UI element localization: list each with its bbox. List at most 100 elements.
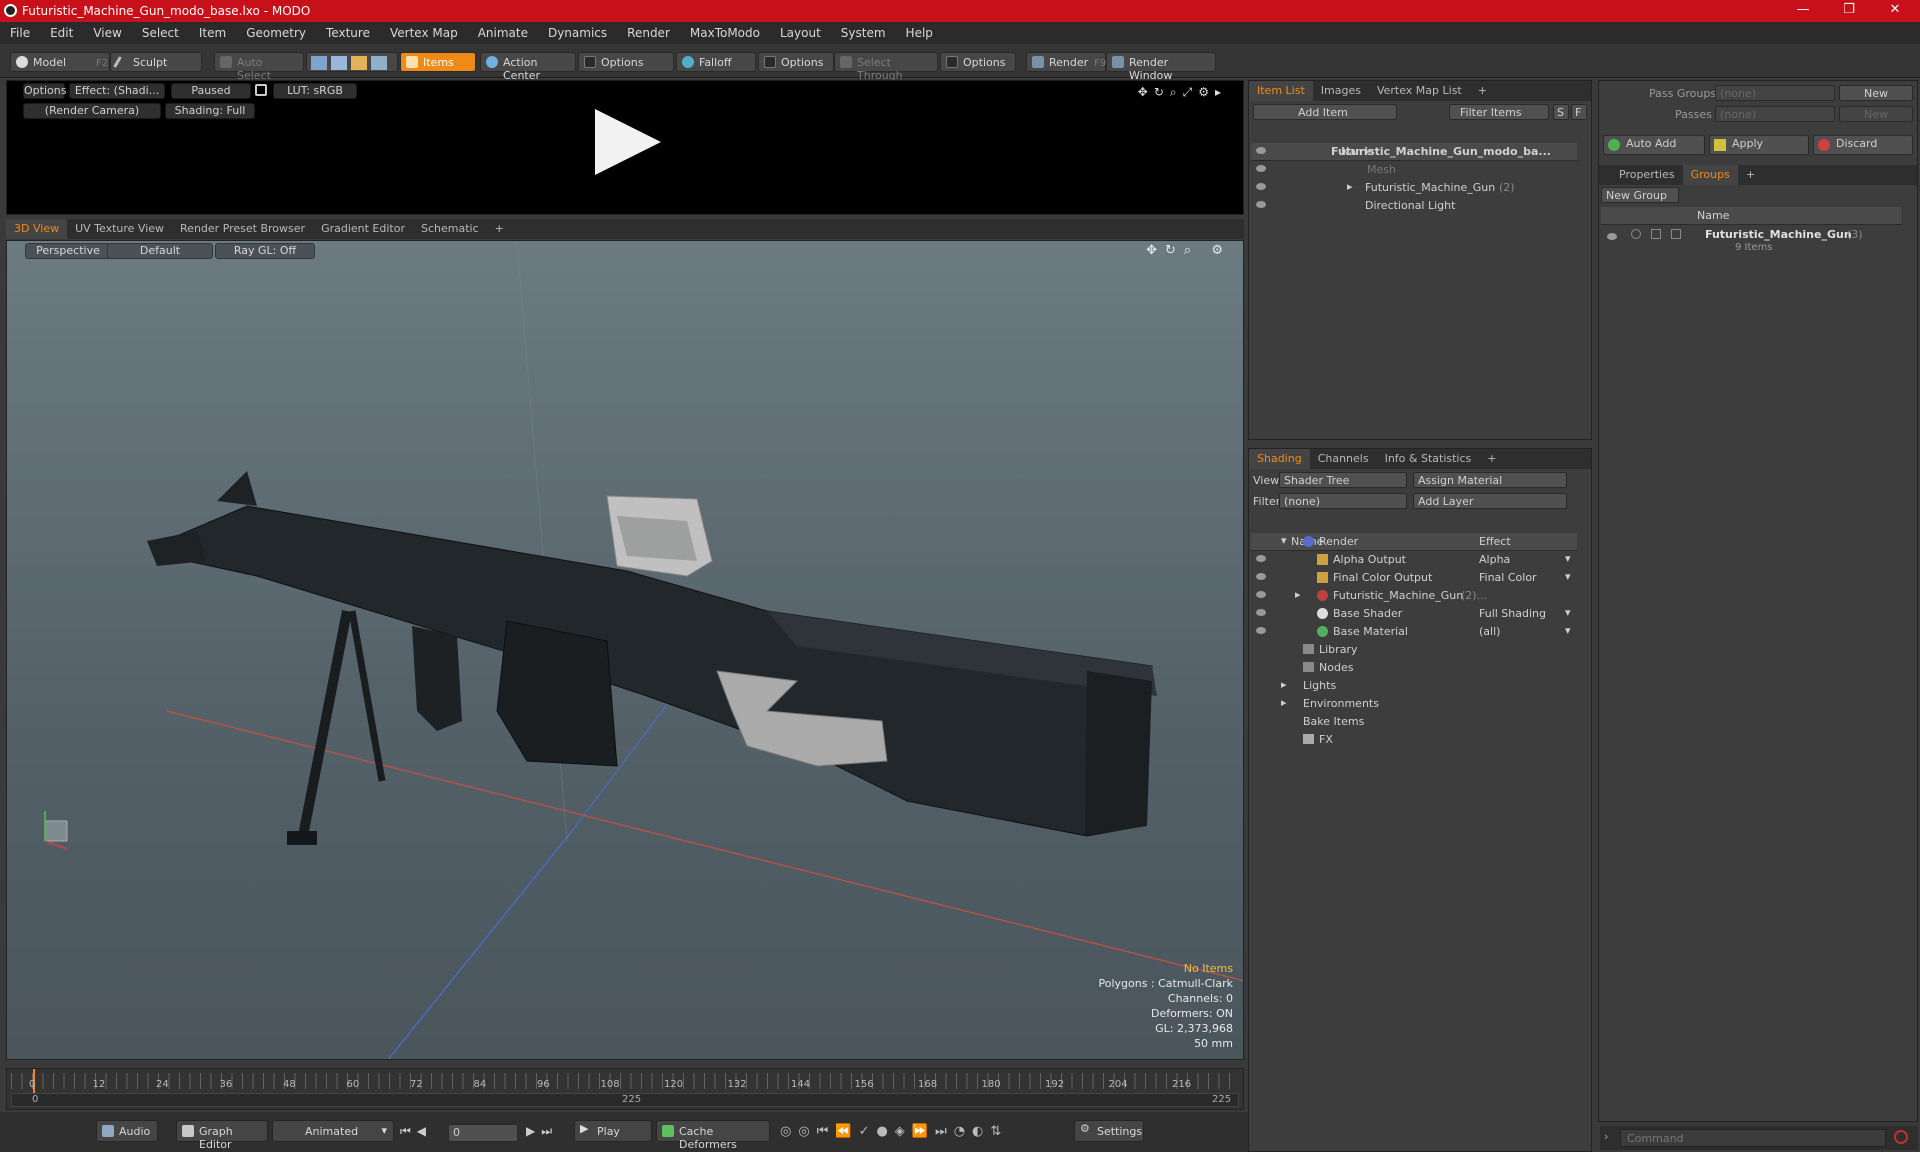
chevron-down-icon[interactable]: ▾ bbox=[1565, 624, 1571, 637]
command-history-icon[interactable] bbox=[1894, 1130, 1908, 1144]
polygons-mode-icon[interactable] bbox=[351, 56, 367, 70]
action-center-button[interactable]: Action Center bbox=[480, 52, 576, 82]
item-s-toggle[interactable]: S bbox=[1553, 104, 1569, 120]
assign-material-button[interactable]: Assign Material bbox=[1413, 472, 1567, 488]
expand-arrow-icon[interactable]: ▸ bbox=[1347, 180, 1353, 193]
group-row[interactable]: Futuristic_Machine_Gun (3) 9 Items bbox=[1601, 227, 1901, 261]
new-pass-button[interactable]: New bbox=[1839, 106, 1913, 122]
command-input[interactable] bbox=[1620, 1129, 1886, 1147]
menu-render[interactable]: Render bbox=[617, 22, 680, 40]
chevron-down-icon[interactable]: ▾ bbox=[1565, 606, 1571, 619]
timeline[interactable]: 0 12 24 36 48 60 72 84 96 108 120 132 144 156 168 180 19… bbox=[6, 1068, 1244, 1110]
tab-info-statistics[interactable]: Info & Statistics bbox=[1377, 449, 1480, 469]
tab-groups[interactable]: Groups bbox=[1682, 165, 1738, 185]
eye-icon[interactable] bbox=[1256, 609, 1266, 616]
sculpt-button[interactable]: Sculpt bbox=[110, 52, 202, 72]
add-item-dropdown[interactable]: Add Item bbox=[1253, 104, 1397, 120]
expand-arrow-icon[interactable]: ▸ bbox=[1281, 696, 1287, 709]
add-tab-button[interactable]: + bbox=[1479, 449, 1504, 469]
list-item[interactable]: ▸ Futuristic_Machine_Gun (2)... bbox=[1251, 587, 1577, 605]
expand-arrow-icon[interactable]: ▸ bbox=[1281, 678, 1287, 691]
list-item[interactable]: Futuristic_Machine_Gun_modo_ba... bbox=[1251, 143, 1577, 161]
preview-shading-dropdown[interactable]: Shading: Full bbox=[165, 103, 255, 119]
maximize-button[interactable]: ❐ bbox=[1829, 2, 1869, 20]
list-item[interactable]: Directional Light bbox=[1251, 197, 1577, 215]
close-button[interactable]: ✕ bbox=[1875, 2, 1915, 20]
play-preview-icon[interactable] bbox=[595, 109, 661, 175]
render-camera-dropdown[interactable]: (Render Camera) bbox=[23, 103, 161, 119]
lut-dropdown[interactable]: LUT: sRGB bbox=[273, 83, 357, 99]
list-item[interactable]: Base Shader Full Shading ▾ bbox=[1251, 605, 1577, 623]
tab-3d-view[interactable]: 3D View bbox=[6, 219, 68, 239]
new-group-button[interactable]: New Group bbox=[1601, 187, 1679, 203]
graph-editor-button[interactable]: Graph Editor bbox=[176, 1120, 268, 1151]
menu-help[interactable]: Help bbox=[896, 22, 943, 40]
key-tools-icons[interactable]: ◎◎⏮⏪✓●◈⏩⏭◔◐⇅ bbox=[780, 1124, 1008, 1139]
filter-dropdown[interactable]: (none) bbox=[1279, 493, 1407, 509]
menu-item[interactable]: Item bbox=[189, 22, 236, 40]
menu-vertex-map[interactable]: Vertex Map bbox=[380, 22, 468, 40]
preview-nav-icons[interactable]: ✥↻⌕⤢⚙▸ bbox=[1138, 85, 1227, 100]
menu-file[interactable]: File bbox=[0, 22, 40, 40]
tab-gradient-editor[interactable]: Gradient Editor bbox=[313, 219, 413, 239]
edges-mode-icon[interactable] bbox=[331, 56, 347, 70]
menu-texture[interactable]: Texture bbox=[316, 22, 380, 40]
menu-geometry[interactable]: Geometry bbox=[236, 22, 316, 40]
apply-button[interactable]: Apply bbox=[1709, 135, 1809, 155]
eye-icon[interactable] bbox=[1256, 573, 1266, 580]
menu-edit[interactable]: Edit bbox=[40, 22, 83, 40]
eye-icon[interactable] bbox=[1256, 147, 1266, 154]
menu-maxtomodo[interactable]: MaxToModo bbox=[680, 22, 770, 40]
render-button[interactable]: Render F9 bbox=[1026, 52, 1106, 72]
menu-view[interactable]: View bbox=[83, 22, 131, 40]
list-item[interactable]: ▾ Render bbox=[1251, 533, 1577, 551]
falloff-options-button[interactable]: Options bbox=[758, 52, 834, 72]
auto-select-button[interactable]: Auto Select bbox=[214, 52, 304, 82]
list-item[interactable]: Final Color Output Final Color ▾ bbox=[1251, 569, 1577, 587]
tab-render-preset-browser[interactable]: Render Preset Browser bbox=[172, 219, 313, 239]
step-forward-icons[interactable]: ▶⏭ bbox=[526, 1124, 558, 1139]
lock-icon[interactable] bbox=[255, 84, 267, 96]
preview-options-button[interactable]: Options bbox=[23, 83, 66, 99]
eye-icon[interactable] bbox=[1256, 183, 1266, 190]
auto-add-button[interactable]: Auto Add bbox=[1603, 135, 1705, 155]
list-item[interactable]: ▸ Futuristic_Machine_Gun (2) bbox=[1251, 179, 1577, 197]
tab-shading[interactable]: Shading bbox=[1249, 449, 1310, 469]
materials-mode-icon[interactable] bbox=[371, 56, 387, 70]
current-frame-input[interactable]: 0 bbox=[448, 1124, 518, 1142]
eye-icon[interactable] bbox=[1256, 591, 1266, 598]
add-tab-button[interactable]: + bbox=[487, 219, 512, 239]
eye-icon[interactable] bbox=[1256, 627, 1266, 634]
play-button[interactable]: ▶ Play bbox=[574, 1120, 652, 1142]
menu-layout[interactable]: Layout bbox=[770, 22, 831, 40]
select-through-options-button[interactable]: Options bbox=[940, 52, 1016, 72]
expand-arrow-icon[interactable]: ▸ bbox=[1295, 588, 1301, 601]
audio-button[interactable]: Audio bbox=[96, 1120, 158, 1142]
animated-dropdown[interactable]: Animated ▾ bbox=[272, 1120, 394, 1142]
render-window-button[interactable]: Render Window bbox=[1106, 52, 1216, 82]
list-item[interactable]: Library bbox=[1251, 641, 1577, 659]
settings-button[interactable]: ⚙ Settings bbox=[1074, 1120, 1144, 1142]
tab-properties[interactable]: Properties bbox=[1611, 165, 1683, 185]
preview-effect-dropdown[interactable]: Effect: (Shadi... bbox=[69, 83, 165, 99]
chevron-down-icon[interactable]: ▾ bbox=[1565, 570, 1571, 583]
menu-system[interactable]: System bbox=[831, 22, 896, 40]
eye-icon[interactable] bbox=[1607, 233, 1617, 240]
discard-button[interactable]: Discard bbox=[1813, 135, 1913, 155]
tab-vertex-map-list[interactable]: Vertex Map List bbox=[1369, 81, 1470, 101]
eye-icon[interactable] bbox=[1256, 555, 1266, 562]
skip-back-icons[interactable]: ⏮◀ bbox=[400, 1124, 432, 1139]
item-f-toggle[interactable]: F bbox=[1571, 104, 1587, 120]
list-item[interactable]: ▸ Environments bbox=[1251, 695, 1577, 713]
passes-dropdown[interactable]: (none) bbox=[1715, 106, 1835, 122]
lock-toggle-icon[interactable] bbox=[1651, 229, 1661, 239]
list-item[interactable]: Bake Items bbox=[1251, 713, 1577, 731]
timeline-range-bar[interactable]: 0 225 225 bbox=[11, 1093, 1239, 1107]
menu-select[interactable]: Select bbox=[132, 22, 189, 40]
minimize-button[interactable]: — bbox=[1783, 2, 1823, 20]
list-item[interactable]: Base Material (all) ▾ bbox=[1251, 623, 1577, 641]
3d-viewport[interactable]: Perspective Default Ray GL: Off ✥↻⌕ ⚙ No… bbox=[6, 240, 1244, 1060]
menu-animate[interactable]: Animate bbox=[468, 22, 538, 40]
tab-uv-texture-view[interactable]: UV Texture View bbox=[67, 219, 172, 239]
render-toggle-icon[interactable] bbox=[1631, 229, 1641, 239]
